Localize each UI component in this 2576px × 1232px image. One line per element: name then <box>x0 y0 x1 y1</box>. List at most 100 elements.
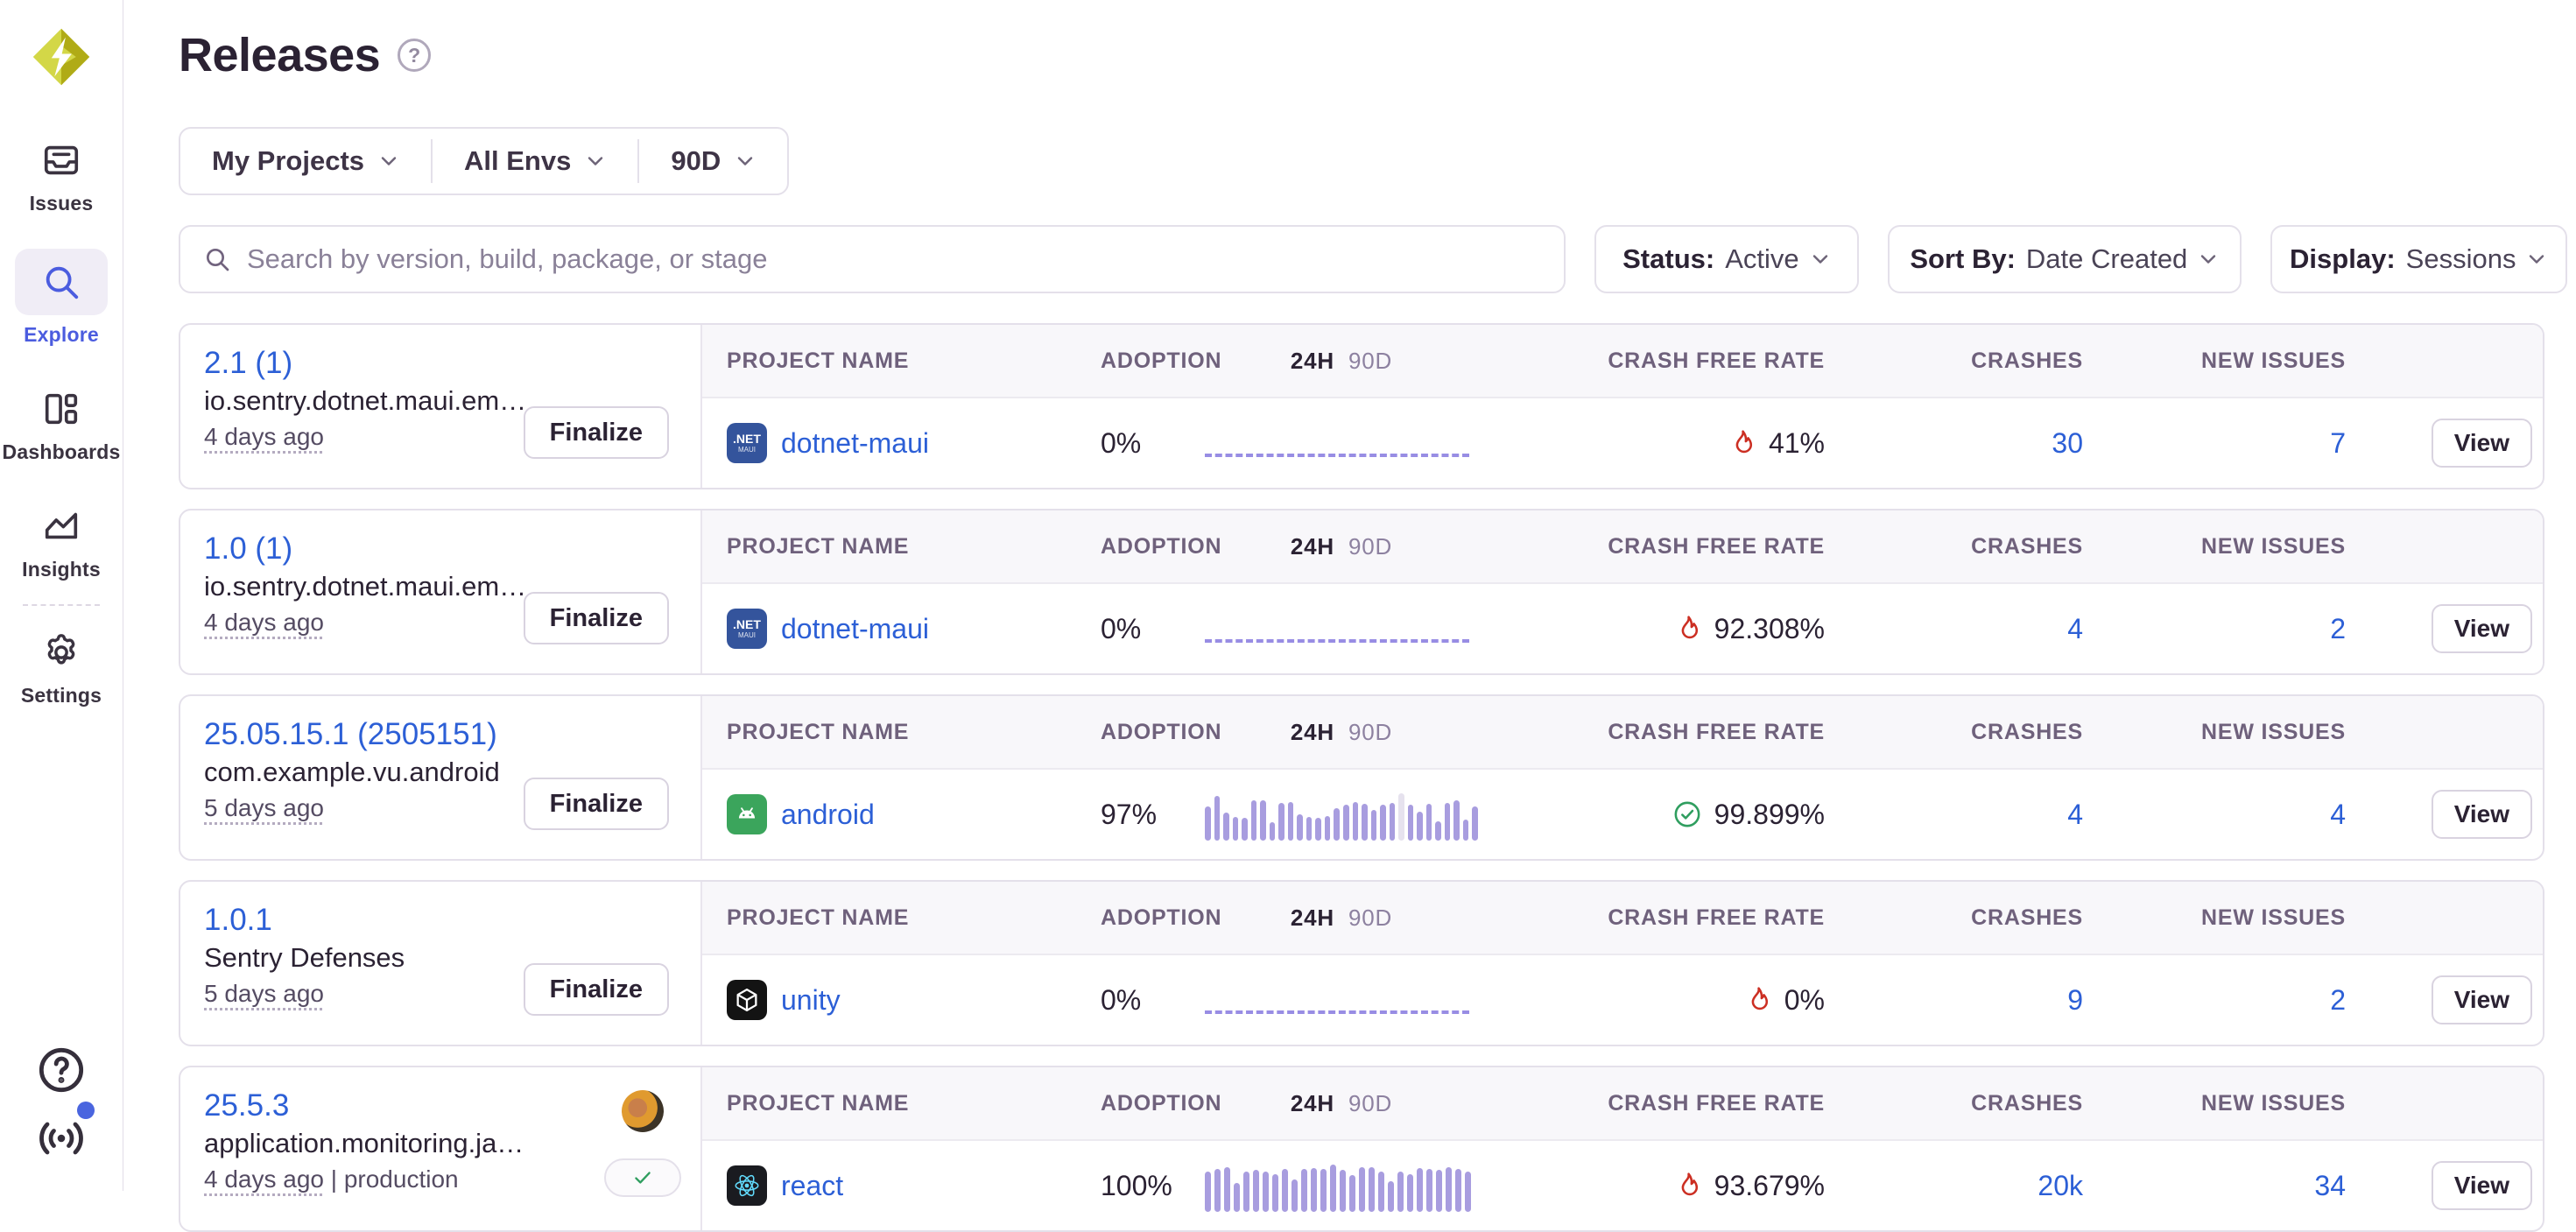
col-crashes: CRASHES <box>1849 348 2108 374</box>
sidebar-item-dashboards[interactable]: Dashboards <box>3 385 121 464</box>
col-project-name: PROJECT NAME <box>702 720 1079 745</box>
unity-icon <box>727 980 767 1020</box>
view-button[interactable]: View <box>2432 419 2532 468</box>
col-project-name: PROJECT NAME <box>702 534 1079 560</box>
toggle-24h[interactable]: 24H <box>1291 348 1334 375</box>
col-crashes: CRASHES <box>1849 1091 2108 1116</box>
releases-help-icon[interactable]: ? <box>398 39 431 72</box>
project-link[interactable]: unity <box>781 984 841 1017</box>
crashes-count-link[interactable]: 4 <box>1849 799 2108 831</box>
release-created-date: 4 days ago <box>204 609 324 636</box>
toggle-90d[interactable]: 90D <box>1348 348 1392 375</box>
sidebar-item-settings[interactable]: Settings <box>15 629 108 708</box>
new-issues-count-link[interactable]: 34 <box>2108 1170 2370 1202</box>
project-link[interactable]: dotnet-maui <box>781 613 929 645</box>
sidebar-item-explore[interactable]: Explore <box>15 249 108 347</box>
sidebar-item-insights[interactable]: Insights <box>15 503 108 581</box>
sidebar-item-label: Settings <box>21 684 102 708</box>
project-icon-slot <box>727 1165 767 1206</box>
new-issues-count-link[interactable]: 4 <box>2108 799 2370 831</box>
project-link[interactable]: dotnet-maui <box>781 427 929 460</box>
display-dropdown[interactable]: Display: Sessions <box>2270 225 2567 293</box>
view-button[interactable]: View <box>2432 790 2532 839</box>
avatar[interactable] <box>622 1090 664 1132</box>
dashboards-grid-icon <box>41 389 81 429</box>
adoption-chart <box>1205 602 1478 655</box>
toggle-24h[interactable]: 24H <box>1291 1090 1334 1117</box>
page-title: Releases <box>179 30 380 81</box>
toggle-24h[interactable]: 24H <box>1291 905 1334 932</box>
react-icon <box>727 1165 767 1206</box>
whats-new-button[interactable] <box>33 1110 89 1166</box>
help-button[interactable] <box>33 1042 89 1098</box>
finalize-button[interactable]: Finalize <box>524 406 669 459</box>
crashes-count-link[interactable]: 30 <box>1849 427 2108 460</box>
crash-free-status-icon <box>1672 799 1702 829</box>
release-summary: 2.1 (1) io.sentry.dotnet.maui.em… 4 days… <box>180 325 702 488</box>
checkmark-icon <box>630 1165 655 1190</box>
status-dropdown[interactable]: Status: Active <box>1594 225 1860 293</box>
toggle-90d[interactable]: 90D <box>1348 905 1392 932</box>
release-card: 1.0 (1) io.sentry.dotnet.maui.em… 4 days… <box>179 509 2544 675</box>
status-check-pill[interactable] <box>604 1158 681 1197</box>
col-new-issues: NEW ISSUES <box>2108 905 2370 931</box>
crashes-count-link[interactable]: 4 <box>1849 613 2108 645</box>
finalize-button[interactable]: Finalize <box>524 778 669 830</box>
chart-period-toggle: 24H 90D <box>1197 348 1486 375</box>
finalize-button[interactable]: Finalize <box>524 592 669 644</box>
sidebar-item-label: Insights <box>22 558 101 581</box>
toggle-90d[interactable]: 90D <box>1348 533 1392 560</box>
status-label: Status: <box>1622 243 1714 275</box>
crash-free-value: 92.308% <box>1714 613 1825 645</box>
view-button[interactable]: View <box>2432 604 2532 653</box>
toggle-24h[interactable]: 24H <box>1291 533 1334 560</box>
release-created-date: 4 days ago <box>204 423 324 450</box>
sort-by-dropdown[interactable]: Sort By: Date Created <box>1888 225 2241 293</box>
release-author <box>604 1090 681 1197</box>
release-version-link[interactable]: 2.1 (1) <box>204 344 700 383</box>
chart-period-toggle: 24H 90D <box>1197 1090 1486 1117</box>
release-environment: | production <box>324 1165 459 1193</box>
new-issues-count-link[interactable]: 2 <box>2108 613 2370 645</box>
table-row: .NETMAUI dotnet-maui 0% 92.308% 4 2 View <box>702 584 2543 673</box>
view-button[interactable]: View <box>2432 975 2532 1024</box>
toggle-90d[interactable]: 90D <box>1348 1090 1392 1117</box>
new-issues-count-link[interactable]: 2 <box>2108 984 2370 1017</box>
chevron-down-icon <box>378 151 399 172</box>
toggle-24h[interactable]: 24H <box>1291 719 1334 746</box>
release-version-link[interactable]: 25.05.15.1 (2505151) <box>204 715 700 754</box>
toggle-90d[interactable]: 90D <box>1348 719 1392 746</box>
sentry-logo[interactable] <box>28 26 95 88</box>
release-version-link[interactable]: 1.0 (1) <box>204 530 700 568</box>
release-created-date: 5 days ago <box>204 794 324 821</box>
crashes-count-link[interactable]: 9 <box>1849 984 2108 1017</box>
crash-free-status-icon <box>1672 1171 1702 1200</box>
sort-by-value: Date Created <box>2026 243 2187 275</box>
col-crash-free-rate: CRASH FREE RATE <box>1486 348 1849 374</box>
view-button[interactable]: View <box>2432 1161 2532 1210</box>
project-filter-dropdown[interactable]: My Projects <box>180 129 431 194</box>
col-crashes: CRASHES <box>1849 720 2108 745</box>
sidebar-divider <box>23 604 100 606</box>
chevron-down-icon <box>2526 249 2547 270</box>
new-issues-count-link[interactable]: 7 <box>2108 427 2370 460</box>
chevron-down-icon <box>1810 249 1831 270</box>
release-version-link[interactable]: 1.0.1 <box>204 901 700 940</box>
fire-icon <box>1672 614 1702 644</box>
project-link[interactable]: react <box>781 1170 843 1202</box>
search-input[interactable] <box>247 243 1541 275</box>
col-new-issues: NEW ISSUES <box>2108 534 2370 560</box>
insights-chart-icon <box>41 506 81 546</box>
chart-period-toggle: 24H 90D <box>1197 719 1486 746</box>
release-projects-table: PROJECT NAME ADOPTION 24H 90D CRASH FREE… <box>702 325 2543 488</box>
environment-filter-dropdown[interactable]: All Envs <box>433 129 637 194</box>
col-crash-free-rate: CRASH FREE RATE <box>1486 905 1849 931</box>
sidebar-item-issues[interactable]: Issues <box>15 137 108 215</box>
finalize-button[interactable]: Finalize <box>524 963 669 1016</box>
crashes-count-link[interactable]: 20k <box>1849 1170 2108 1202</box>
release-summary: 25.5.3 application.monitoring.ja… 4 days… <box>180 1067 702 1230</box>
table-header: PROJECT NAME ADOPTION 24H 90D CRASH FREE… <box>702 696 2543 770</box>
release-created-date: 5 days ago <box>204 980 324 1007</box>
project-link[interactable]: android <box>781 799 875 831</box>
date-range-dropdown[interactable]: 90D <box>639 129 787 194</box>
